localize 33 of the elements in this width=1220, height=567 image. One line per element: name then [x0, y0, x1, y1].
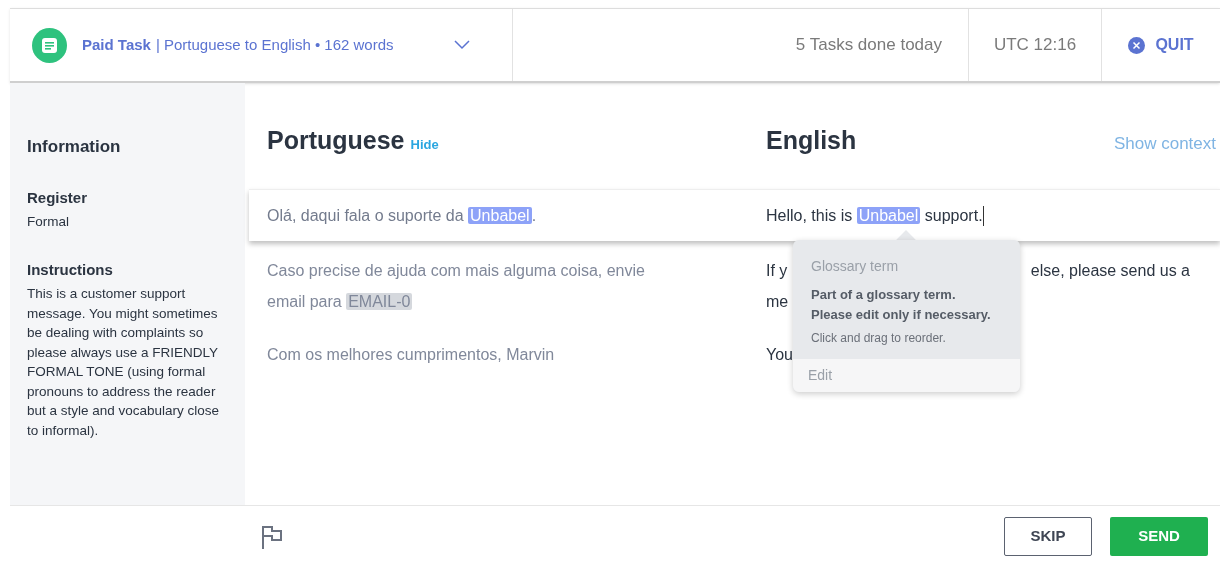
chevron-down-icon[interactable]	[453, 40, 470, 50]
close-icon	[1128, 36, 1146, 54]
edit-button[interactable]: Edit	[793, 359, 1020, 392]
tooltip-message: Part of a glossary term. Please edit only if necessary.	[811, 286, 992, 324]
source-segment[interactable]: Com os melhores cumprimentos, Marvin	[267, 339, 676, 370]
send-button[interactable]: SEND	[1110, 517, 1208, 556]
show-context-link[interactable]: Show context	[1113, 130, 1216, 156]
utc-clock: UTC 12:16	[993, 34, 1077, 57]
task-type: Paid Task	[82, 34, 151, 55]
source-segment[interactable]: Olá, daqui fala o suporte da Unbabel.	[267, 200, 676, 231]
source-language: Portuguese	[267, 124, 405, 156]
document-icon	[32, 27, 67, 63]
target-segment[interactable]: Hello, this is Unbabel support.	[766, 200, 983, 231]
section-label: Register	[27, 187, 89, 208]
text-cursor	[982, 205, 984, 226]
source-segment[interactable]: Caso precise de ajuda com mais alguma coisa, envie email para EMAIL-0	[267, 255, 676, 317]
tooltip-hint: Click and drag to reorder.	[811, 330, 947, 347]
tasks-done-count: 5 Tasks done today	[795, 34, 942, 57]
flag-icon[interactable]	[260, 523, 284, 550]
quit-button[interactable]: QUIT	[1102, 9, 1220, 81]
sidebar-title: Information	[27, 136, 122, 158]
segment-text: If y	[766, 261, 788, 281]
section-label: Instructions	[27, 259, 114, 280]
target-language: English	[766, 124, 857, 156]
skip-button[interactable]: SKIP	[1004, 517, 1092, 556]
target-segment[interactable]: You	[766, 339, 793, 370]
target-segment[interactable]: me	[766, 286, 789, 317]
hide-link[interactable]: Hide	[410, 134, 439, 154]
section-text: Formal	[27, 213, 70, 231]
section-text: This is a customer support message. You might sometimes be dealing with complaints so please always use a FRIENDLY FORMAL TONE (using formal pronouns to address the reader but a style and vocabulary close to informal).	[27, 285, 221, 440]
tooltip-title: Glossary term	[811, 257, 900, 276]
task-detail: | Portuguese to English • 162 words	[155, 34, 394, 55]
segment-text: else, please send us a	[1030, 261, 1190, 281]
